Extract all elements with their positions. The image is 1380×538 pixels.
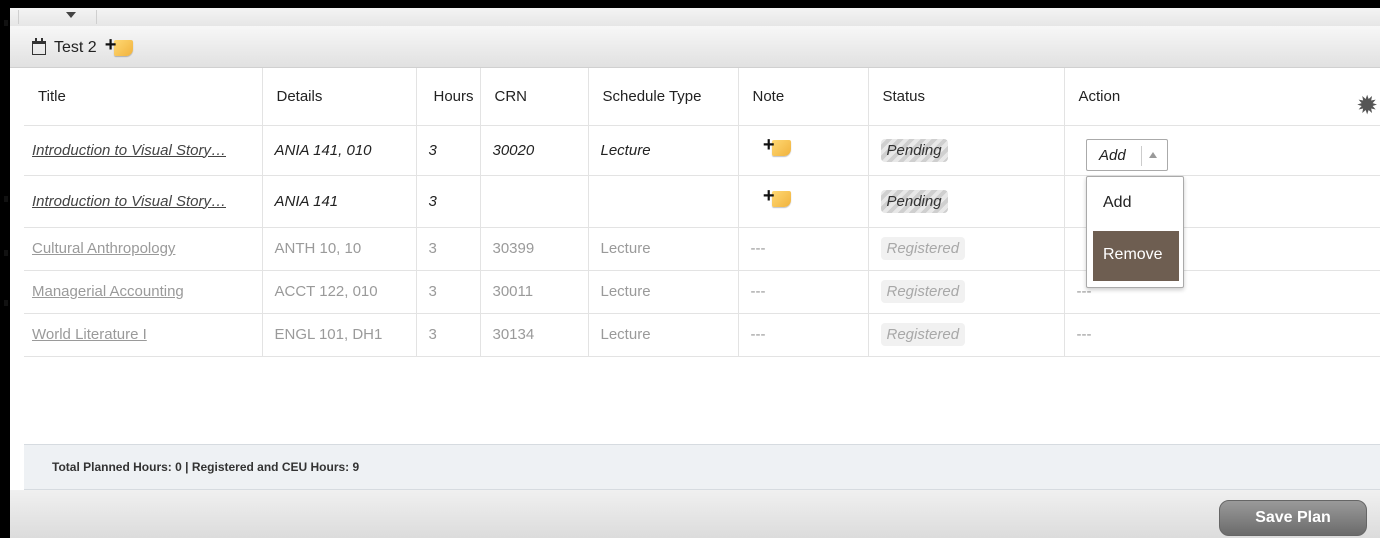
hours-summary: Total Planned Hours: 0 | Registered and …: [52, 460, 360, 474]
action-select[interactable]: Add: [1086, 139, 1168, 171]
action-cell: ---: [1064, 313, 1380, 357]
details-cell: ANTH 10, 10: [262, 227, 417, 271]
bottom-toolbar: Save Plan: [10, 490, 1380, 538]
crn-cell: 30020: [480, 125, 589, 176]
details-cell: ENGL 101, DH1: [262, 313, 417, 357]
edge-marker: [4, 250, 8, 256]
status-badge: Registered: [880, 237, 966, 260]
status-badge: Registered: [880, 280, 966, 303]
plan-header: Test 2 +: [10, 26, 1380, 68]
schedule-type-cell: Lecture: [588, 313, 739, 357]
edge-marker: [4, 196, 8, 202]
action-option-add[interactable]: Add: [1087, 177, 1183, 229]
column-header-title[interactable]: Title: [24, 68, 263, 126]
add-note-icon[interactable]: +: [763, 135, 793, 158]
note-cell: ---: [738, 313, 869, 357]
note-cell: ---: [738, 270, 869, 314]
chevron-up-icon[interactable]: [1149, 152, 1157, 158]
note-cell: ---: [738, 227, 869, 271]
details-cell: ANIA 141: [262, 175, 417, 228]
edge-marker: [4, 20, 8, 26]
schedule-type-cell: Lecture: [588, 270, 739, 314]
crn-cell: [480, 175, 589, 228]
column-header-crn[interactable]: CRN: [480, 68, 589, 126]
hours-cell: 3: [416, 125, 481, 176]
add-note-icon[interactable]: +: [105, 35, 135, 58]
status-badge: Pending: [880, 189, 948, 213]
details-cell: ACCT 122, 010: [262, 270, 417, 314]
crn-cell: 30399: [480, 227, 589, 271]
column-header-schedule-type[interactable]: Schedule Type: [588, 68, 739, 126]
table-row: Introduction to Visual Story… ANIA 141, …: [24, 125, 1380, 176]
status-badge: Pending: [880, 138, 948, 162]
add-note-icon[interactable]: +: [763, 186, 793, 209]
column-header-note[interactable]: Note: [738, 68, 869, 126]
divider: [18, 10, 19, 24]
schedule-type-cell: [588, 175, 739, 228]
schedule-type-cell: Lecture: [588, 227, 739, 271]
course-title-link[interactable]: Introduction to Visual Story…: [32, 193, 226, 210]
table-row: World Literature I ENGL 101, DH1 3 30134…: [24, 313, 1380, 357]
table-header-row: Title Details Hours CRN Schedule Type No…: [24, 68, 1380, 126]
crn-cell: 30134: [480, 313, 589, 357]
gear-icon[interactable]: ✹: [1356, 92, 1378, 118]
course-title-link[interactable]: Cultural Anthropology: [32, 240, 175, 257]
course-title-link[interactable]: Introduction to Visual Story…: [32, 142, 226, 159]
plan-title: Test 2: [54, 39, 97, 56]
divider: [1141, 146, 1142, 166]
hours-cell: 3: [416, 270, 481, 314]
divider: [96, 10, 97, 24]
course-title-link[interactable]: World Literature I: [32, 326, 147, 343]
column-header-hours[interactable]: Hours: [416, 68, 481, 126]
column-header-status[interactable]: Status: [868, 68, 1065, 126]
action-option-remove[interactable]: Remove: [1093, 231, 1179, 281]
hours-cell: 3: [416, 175, 481, 228]
caret-down-icon[interactable]: [66, 12, 76, 18]
hours-cell: 3: [416, 313, 481, 357]
calendar-icon: [32, 38, 46, 55]
column-header-action[interactable]: Action: [1064, 68, 1380, 126]
action-select-value: Add: [1099, 147, 1126, 164]
crn-cell: 30011: [480, 270, 589, 314]
details-cell: ANIA 141, 010: [262, 125, 417, 176]
course-title-link[interactable]: Managerial Accounting: [32, 283, 184, 300]
top-strip: [10, 8, 1380, 26]
hours-cell: 3: [416, 227, 481, 271]
action-dropdown-menu: Add Remove: [1086, 176, 1184, 288]
save-plan-button[interactable]: Save Plan: [1219, 500, 1367, 536]
plan-title-group: Test 2 +: [32, 35, 135, 58]
edge-marker: [4, 300, 8, 306]
status-badge: Registered: [880, 323, 966, 346]
schedule-type-cell: Lecture: [588, 125, 739, 176]
column-header-details[interactable]: Details: [262, 68, 417, 126]
plan-panel: Test 2 + Title Details Hours CRN Schedul…: [10, 8, 1380, 538]
hours-summary-bar: Total Planned Hours: 0 | Registered and …: [24, 444, 1380, 490]
